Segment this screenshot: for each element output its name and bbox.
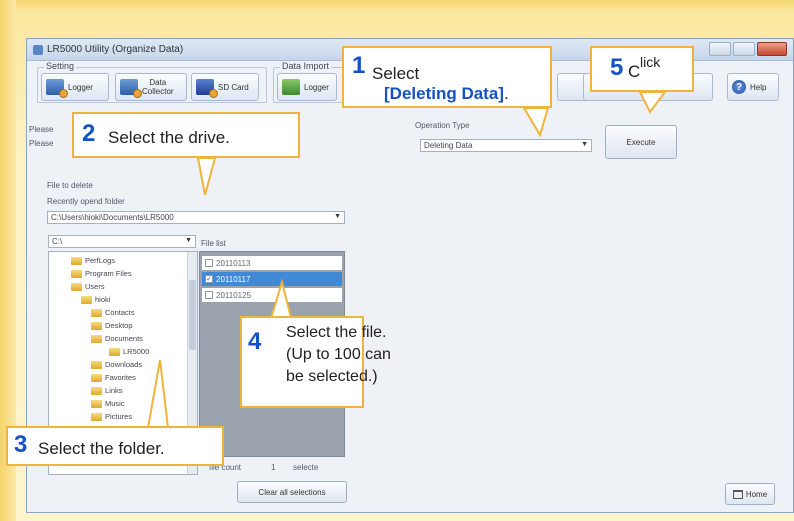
step-2-number: 2: [82, 120, 96, 147]
step-1-text: Select: [372, 64, 420, 83]
step-1-period: .: [503, 84, 509, 103]
callout-step-4: 4 Select the file. (Up to 100 can be sel…: [240, 316, 391, 408]
step-4-number: 4: [248, 328, 262, 355]
callout-1-pointer: [522, 107, 550, 138]
step-4-line-1: Select the file.: [286, 324, 387, 341]
step-5-number: 5: [610, 54, 624, 81]
step-5-rest: lick: [640, 54, 661, 70]
step-5-c: C: [628, 62, 641, 81]
step-3-number: 3: [14, 431, 28, 458]
callout-2-pointer: [196, 157, 217, 196]
callout-step-5: 5 C lick: [590, 46, 694, 92]
callout-step-1: 1 Select [Deleting Data].: [342, 46, 552, 108]
step-2-text: Select the drive.: [108, 128, 230, 147]
callout-step-3: 3 Select the folder.: [6, 426, 224, 466]
callout-3-pointer: [146, 359, 170, 429]
step-1-number: 1: [352, 52, 366, 79]
step-1-option: [Deleting Data]: [384, 84, 504, 103]
step-4-line-3: be selected.): [286, 368, 378, 385]
step-3-text: Select the folder.: [38, 439, 165, 458]
step-4-line-2: (Up to 100 can: [286, 346, 391, 363]
callout-5-pointer: [638, 91, 667, 114]
callout-step-2: 2 Select the drive.: [72, 112, 300, 158]
